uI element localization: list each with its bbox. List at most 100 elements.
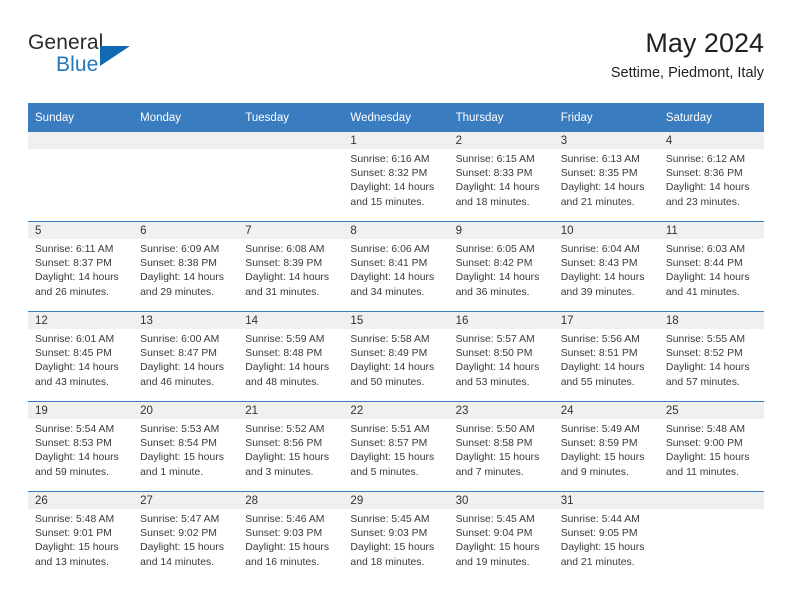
calendar-empty-cell bbox=[133, 132, 239, 222]
sunset-time: Sunset: 8:53 PM bbox=[35, 438, 112, 450]
day-number: 11 bbox=[658, 222, 764, 239]
sunrise-time: Sunrise: 5:56 AM bbox=[560, 334, 640, 345]
daylight-duration-line2: and 9 minutes. bbox=[560, 466, 629, 478]
daylight-duration-line2: and 18 minutes. bbox=[455, 196, 530, 208]
sunset-time: Sunset: 9:00 PM bbox=[665, 438, 743, 450]
sunrise-time: Sunrise: 6:01 AM bbox=[35, 334, 115, 345]
sunset-time: Sunset: 8:43 PM bbox=[560, 258, 638, 270]
daylight-duration-line1: Daylight: 14 hours bbox=[665, 272, 750, 284]
calendar-day-cell[interactable]: 16 Sunrise: 5:57 AM Sunset: 8:50 PM Dayligh… bbox=[448, 311, 554, 402]
weekday-header-saturday: Saturday bbox=[658, 103, 764, 132]
general-blue-logo[interactable]: General Blue bbox=[28, 32, 148, 86]
calendar-day-cell[interactable]: 29 Sunrise: 5:45 AM Sunset: 9:03 PM Dayligh… bbox=[343, 491, 449, 581]
sunrise-time: Sunrise: 6:03 AM bbox=[665, 244, 745, 255]
daylight-duration-line2: and 57 minutes. bbox=[665, 376, 740, 388]
calendar-week-row: 1 Sunrise: 6:16 AM Sunset: 8:32 PM Daylight… bbox=[28, 132, 764, 222]
sunset-time: Sunset: 8:50 PM bbox=[455, 348, 533, 360]
daylight-duration-line2: and 18 minutes. bbox=[350, 556, 425, 568]
day-number: 12 bbox=[28, 312, 134, 329]
calendar-empty-cell bbox=[238, 132, 344, 222]
calendar-day-cell[interactable]: 27 Sunrise: 5:47 AM Sunset: 9:02 PM Dayligh… bbox=[133, 491, 239, 581]
calendar-day-cell[interactable]: 25 Sunrise: 5:48 AM Sunset: 9:00 PM Dayligh… bbox=[658, 401, 764, 492]
daylight-duration-line2: and 55 minutes. bbox=[560, 376, 635, 388]
daylight-duration-line2: and 21 minutes. bbox=[560, 196, 635, 208]
daylight-duration-line1: Daylight: 14 hours bbox=[455, 182, 540, 194]
daylight-duration-line1: Daylight: 15 hours bbox=[665, 452, 750, 464]
sunrise-time: Sunrise: 6:05 AM bbox=[455, 244, 535, 255]
sunrise-time: Sunrise: 6:08 AM bbox=[245, 244, 325, 255]
calendar-day-cell[interactable]: 19 Sunrise: 5:54 AM Sunset: 8:53 PM Dayligh… bbox=[28, 401, 134, 492]
day-sun-info: Sunrise: 5:58 AM Sunset: 8:49 PM Daylight:… bbox=[343, 329, 448, 390]
calendar-day-cell[interactable]: 3 Sunrise: 6:13 AM Sunset: 8:35 PM Daylight… bbox=[553, 132, 659, 222]
calendar-day-cell[interactable]: 1 Sunrise: 6:16 AM Sunset: 8:32 PM Daylight… bbox=[343, 132, 449, 222]
sunrise-time: Sunrise: 6:09 AM bbox=[140, 244, 220, 255]
day-number: 14 bbox=[238, 312, 344, 329]
daylight-duration-line2: and 3 minutes. bbox=[245, 466, 314, 478]
calendar-day-cell[interactable]: 14 Sunrise: 5:59 AM Sunset: 8:48 PM Dayligh… bbox=[238, 311, 344, 402]
day-number: 4 bbox=[658, 132, 764, 149]
daylight-duration-line1: Daylight: 15 hours bbox=[455, 452, 540, 464]
day-number: 15 bbox=[343, 312, 449, 329]
sunrise-time: Sunrise: 6:04 AM bbox=[560, 244, 640, 255]
calendar-day-cell[interactable]: 15 Sunrise: 5:58 AM Sunset: 8:49 PM Dayligh… bbox=[343, 311, 449, 402]
calendar-day-cell[interactable]: 24 Sunrise: 5:49 AM Sunset: 8:59 PM Dayligh… bbox=[553, 401, 659, 492]
calendar-day-cell[interactable]: 21 Sunrise: 5:52 AM Sunset: 8:56 PM Dayligh… bbox=[238, 401, 344, 492]
day-sun-info: Sunrise: 5:44 AM Sunset: 9:05 PM Daylight:… bbox=[554, 509, 659, 570]
calendar-day-cell[interactable]: 4 Sunrise: 6:12 AM Sunset: 8:36 PM Daylight… bbox=[658, 132, 764, 222]
day-cell-content: 15 Sunrise: 5:58 AM Sunset: 8:49 PM Dayligh… bbox=[343, 312, 449, 401]
calendar-day-cell[interactable]: 13 Sunrise: 6:00 AM Sunset: 8:47 PM Dayligh… bbox=[133, 311, 239, 402]
day-cell-content: 12 Sunrise: 6:01 AM Sunset: 8:45 PM Dayligh… bbox=[28, 312, 134, 401]
daylight-duration-line2: and 50 minutes. bbox=[350, 376, 425, 388]
day-sun-info: Sunrise: 6:05 AM Sunset: 8:42 PM Daylight:… bbox=[449, 239, 554, 300]
day-number: 28 bbox=[238, 492, 344, 509]
calendar-day-cell[interactable]: 6 Sunrise: 6:09 AM Sunset: 8:38 PM Daylight… bbox=[133, 221, 239, 312]
calendar-day-cell[interactable]: 10 Sunrise: 6:04 AM Sunset: 8:43 PM Dayligh… bbox=[553, 221, 659, 312]
calendar-day-cell[interactable]: 5 Sunrise: 6:11 AM Sunset: 8:37 PM Daylight… bbox=[28, 221, 134, 312]
calendar-day-cell[interactable]: 20 Sunrise: 5:53 AM Sunset: 8:54 PM Dayligh… bbox=[133, 401, 239, 492]
calendar-page: General Blue May 2024 Settime, Piedmont,… bbox=[0, 0, 792, 612]
sunrise-time: Sunrise: 5:48 AM bbox=[35, 514, 115, 525]
daylight-duration-line2: and 34 minutes. bbox=[350, 286, 425, 298]
day-cell-content: 11 Sunrise: 6:03 AM Sunset: 8:44 PM Dayligh… bbox=[658, 222, 764, 311]
day-number: 25 bbox=[658, 402, 764, 419]
calendar-day-cell[interactable]: 8 Sunrise: 6:06 AM Sunset: 8:41 PM Daylight… bbox=[343, 221, 449, 312]
calendar-day-cell[interactable]: 26 Sunrise: 5:48 AM Sunset: 9:01 PM Dayligh… bbox=[28, 491, 134, 581]
sunrise-time: Sunrise: 5:59 AM bbox=[245, 334, 325, 345]
sunrise-time: Sunrise: 5:47 AM bbox=[140, 514, 220, 525]
calendar-day-cell[interactable]: 2 Sunrise: 6:15 AM Sunset: 8:33 PM Daylight… bbox=[448, 132, 554, 222]
sunrise-time: Sunrise: 5:50 AM bbox=[455, 424, 535, 435]
day-sun-info: Sunrise: 5:55 AM Sunset: 8:52 PM Daylight:… bbox=[659, 329, 764, 390]
daylight-duration-line1: Daylight: 15 hours bbox=[560, 452, 645, 464]
calendar-day-cell[interactable]: 17 Sunrise: 5:56 AM Sunset: 8:51 PM Dayligh… bbox=[553, 311, 659, 402]
day-sun-info: Sunrise: 5:49 AM Sunset: 8:59 PM Daylight:… bbox=[554, 419, 659, 480]
daylight-duration-line2: and 53 minutes. bbox=[455, 376, 530, 388]
weekday-header-monday: Monday bbox=[133, 103, 239, 132]
weekday-header-wednesday: Wednesday bbox=[343, 103, 449, 132]
calendar-day-cell[interactable]: 9 Sunrise: 6:05 AM Sunset: 8:42 PM Daylight… bbox=[448, 221, 554, 312]
calendar-day-cell[interactable]: 22 Sunrise: 5:51 AM Sunset: 8:57 PM Dayligh… bbox=[343, 401, 449, 492]
day-sun-info: Sunrise: 5:56 AM Sunset: 8:51 PM Daylight:… bbox=[554, 329, 659, 390]
calendar-day-cell[interactable]: 7 Sunrise: 6:08 AM Sunset: 8:39 PM Daylight… bbox=[238, 221, 344, 312]
daylight-duration-line1: Daylight: 14 hours bbox=[455, 362, 540, 374]
calendar-day-cell[interactable]: 28 Sunrise: 5:46 AM Sunset: 9:03 PM Dayligh… bbox=[238, 491, 344, 581]
day-number: 30 bbox=[448, 492, 554, 509]
calendar-day-cell[interactable]: 18 Sunrise: 5:55 AM Sunset: 8:52 PM Dayligh… bbox=[658, 311, 764, 402]
calendar-day-cell[interactable]: 12 Sunrise: 6:01 AM Sunset: 8:45 PM Dayligh… bbox=[28, 311, 134, 402]
sunset-time: Sunset: 9:04 PM bbox=[455, 528, 533, 540]
calendar-day-cell[interactable]: 11 Sunrise: 6:03 AM Sunset: 8:44 PM Dayligh… bbox=[658, 221, 764, 312]
sunrise-time: Sunrise: 5:44 AM bbox=[560, 514, 640, 525]
sunrise-time: Sunrise: 6:15 AM bbox=[455, 154, 535, 165]
calendar-week-row: 19 Sunrise: 5:54 AM Sunset: 8:53 PM Dayligh… bbox=[28, 401, 764, 492]
calendar-day-cell[interactable]: 23 Sunrise: 5:50 AM Sunset: 8:58 PM Dayligh… bbox=[448, 401, 554, 492]
daylight-duration-line1: Daylight: 15 hours bbox=[140, 542, 224, 554]
day-cell-content: 24 Sunrise: 5:49 AM Sunset: 8:59 PM Dayligh… bbox=[553, 402, 659, 491]
sunrise-time: Sunrise: 5:54 AM bbox=[35, 424, 115, 435]
daylight-duration-line1: Daylight: 14 hours bbox=[665, 182, 750, 194]
day-cell-content: 16 Sunrise: 5:57 AM Sunset: 8:50 PM Dayligh… bbox=[448, 312, 554, 401]
day-number: 2 bbox=[448, 132, 554, 149]
calendar-day-cell[interactable]: 30 Sunrise: 5:45 AM Sunset: 9:04 PM Dayligh… bbox=[448, 491, 554, 581]
day-number: 21 bbox=[238, 402, 344, 419]
calendar-day-cell[interactable]: 31 Sunrise: 5:44 AM Sunset: 9:05 PM Dayligh… bbox=[553, 491, 659, 581]
day-cell-content: 6 Sunrise: 6:09 AM Sunset: 8:38 PM Daylight… bbox=[133, 222, 239, 311]
sunset-time: Sunset: 8:48 PM bbox=[245, 348, 323, 360]
